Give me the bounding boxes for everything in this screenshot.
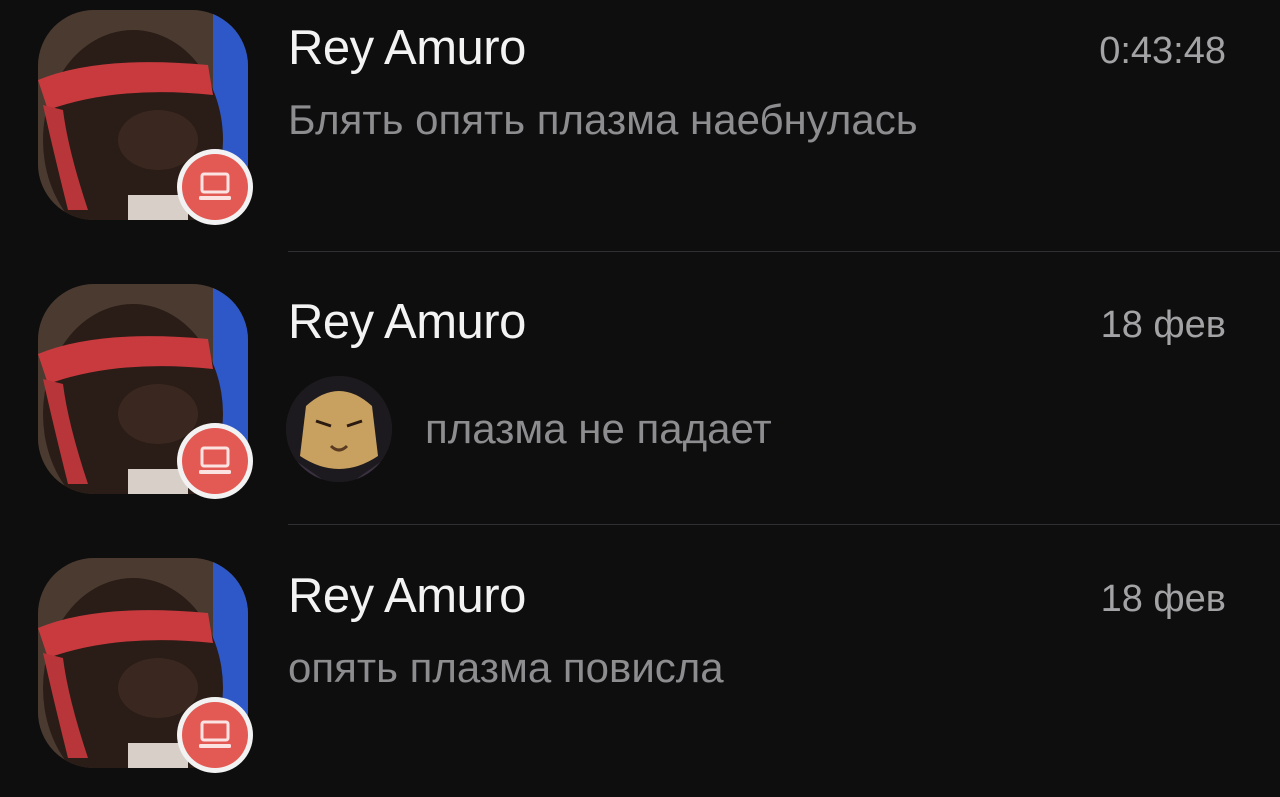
divider [288,251,1280,252]
chat-row[interactable]: Rey Amuro 18 фев опять плазма повисла [0,548,1280,797]
message-time: 18 фев [1100,578,1226,620]
laptop-icon [199,720,231,748]
device-badge [182,428,248,494]
anime-wolf-avatar-icon [286,376,392,482]
sender-avatar [286,376,392,482]
contact-name: Rey Amuro [288,295,526,349]
message-preview: Блять опять плазма наебнулась [288,96,918,143]
chat-row[interactable]: Rey Amuro 0:43:48 Блять опять плазма нае… [0,0,1280,274]
contact-name: Rey Amuro [288,569,526,623]
divider [288,524,1280,525]
device-badge [182,154,248,220]
message-preview: плазма не падает [425,405,772,452]
message-preview: опять плазма повисла [288,644,724,691]
contact-name: Rey Amuro [288,21,526,75]
laptop-icon [199,446,231,474]
laptop-icon [199,172,231,200]
chat-list: Rey Amuro 0:43:48 Блять опять плазма нае… [0,0,1280,797]
device-badge [182,702,248,768]
message-time: 0:43:48 [1099,30,1226,72]
message-time: 18 фев [1100,304,1226,346]
